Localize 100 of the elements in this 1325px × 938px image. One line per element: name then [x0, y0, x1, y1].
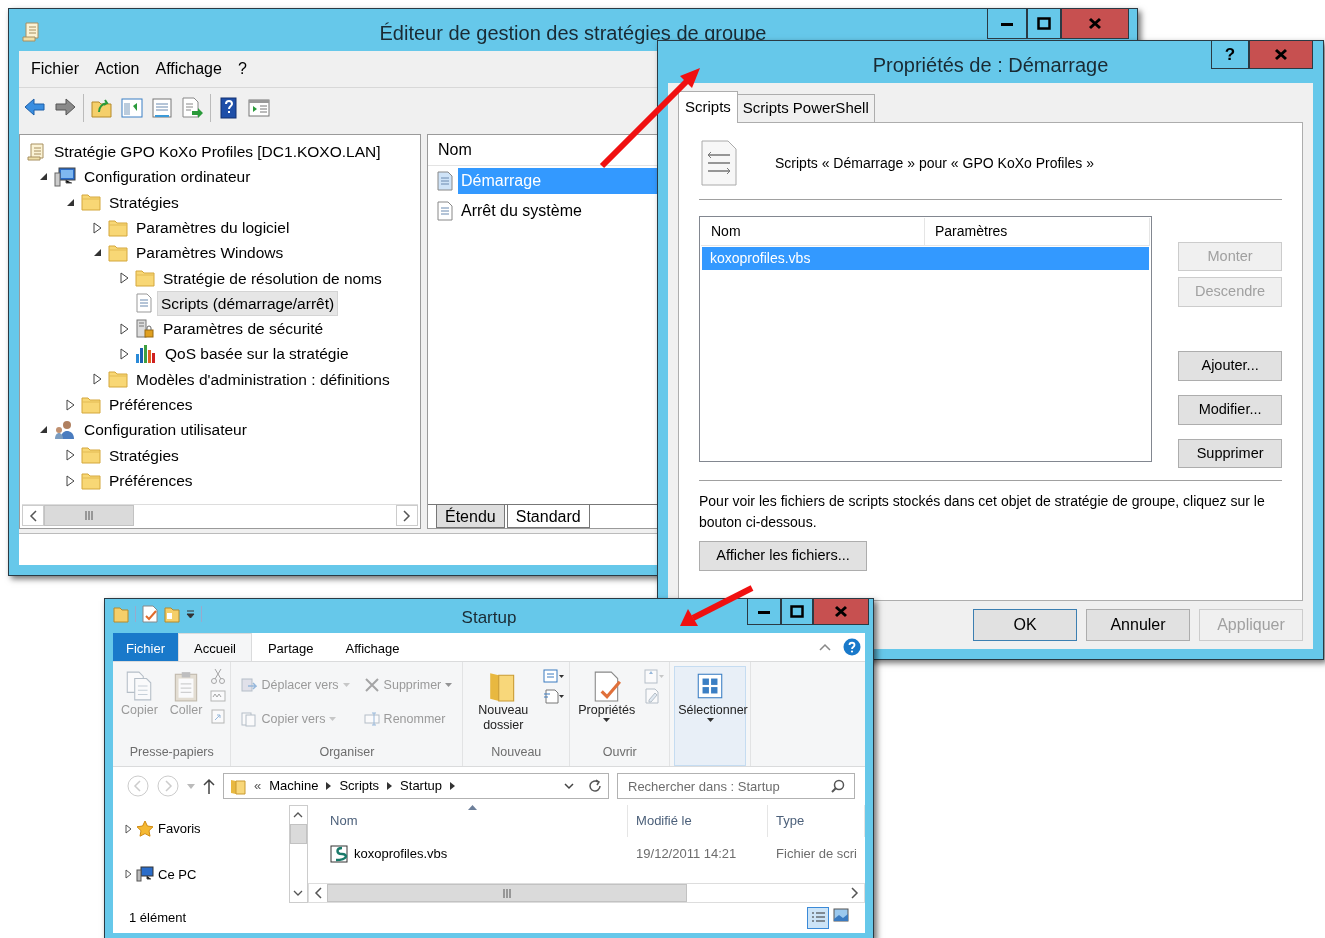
action-pane-icon[interactable]	[247, 96, 271, 120]
tree-item[interactable]: Préférences	[105, 467, 197, 494]
show-files-button[interactable]: Afficher les fichiers...	[699, 541, 867, 571]
tree-item[interactable]: Configuration ordinateur	[80, 164, 255, 190]
view-tab[interactable]: Étendu	[436, 505, 505, 528]
column-header[interactable]: Type	[768, 805, 865, 837]
window-title: Startup	[461, 608, 517, 627]
expanded-triangle-icon[interactable]	[92, 248, 102, 258]
group-label: Nouveau	[491, 745, 542, 760]
tree-item[interactable]: Configuration utilisateur	[80, 417, 251, 443]
collapsed-triangle-icon[interactable]	[92, 373, 102, 386]
large-icons-view-icon[interactable]	[833, 907, 849, 923]
button[interactable]: Supprimer	[1178, 438, 1282, 469]
info-text: Pour voir les fichiers de scripts stockés dans cet objet de stratégie de groupe, cliquez sur le bouton ci-dessous.	[699, 492, 1266, 533]
collapsed-triangle-icon[interactable]	[125, 869, 132, 880]
breadcrumb-arrow-icon[interactable]	[450, 782, 456, 790]
list-item[interactable]: Arrêt du système	[458, 198, 585, 224]
tree-item[interactable]: Paramètres du logiciel	[132, 214, 294, 241]
collapsed-triangle-icon[interactable]	[65, 398, 75, 411]
details-view-icon[interactable]	[807, 907, 829, 929]
collapsed-triangle-icon[interactable]	[92, 221, 102, 234]
tree-item[interactable]: Préférences	[105, 392, 197, 418]
collapsed-triangle-icon[interactable]	[65, 474, 75, 487]
expanded-triangle-icon[interactable]	[65, 197, 75, 207]
column-header[interactable]: Nom	[701, 217, 925, 245]
view-tab[interactable]: Standard	[506, 505, 590, 528]
maximize-button[interactable]	[781, 599, 813, 625]
menu-item[interactable]: Fichier	[25, 55, 85, 83]
tree-pane-icon[interactable]	[120, 96, 144, 120]
new-folder-icon[interactable]	[164, 605, 180, 623]
button[interactable]: OK	[973, 609, 1077, 641]
properties-icon[interactable]	[142, 605, 158, 623]
tab[interactable]: Scripts	[678, 91, 738, 123]
ribbon-button[interactable]: Propriétés	[574, 666, 640, 744]
breadcrumb-arrow-icon[interactable]	[326, 782, 332, 790]
customize-caret-icon[interactable]	[186, 609, 195, 619]
collapsed-triangle-icon[interactable]	[119, 322, 129, 335]
collapsed-triangle-icon[interactable]	[65, 449, 75, 462]
tree-item[interactable]: Stratégie GPO KoXo Profiles [DC1.KOXO.LAN]	[50, 139, 385, 165]
scrollbar-thumb[interactable]	[44, 505, 134, 526]
refresh-icon[interactable]	[588, 779, 602, 793]
column-header[interactable]: Modifié le	[628, 805, 769, 837]
properties-icon[interactable]	[150, 96, 174, 120]
help-button[interactable]: ?	[1211, 41, 1249, 69]
expanded-triangle-icon[interactable]	[38, 172, 48, 182]
menu-item[interactable]: Affichage	[149, 55, 228, 83]
scrollbar-thumb[interactable]	[289, 824, 308, 844]
breadcrumb[interactable]: Machine	[269, 776, 319, 796]
tab[interactable]: Scripts PowerShell	[736, 94, 875, 122]
new-item-icon[interactable]	[543, 668, 566, 684]
tree-item[interactable]: Modèles d'administration : définitions	[132, 366, 394, 392]
button[interactable]: Ajouter...	[1178, 351, 1282, 381]
ribbon-button[interactable]: Sélectionner	[674, 666, 747, 766]
close-button[interactable]	[1061, 9, 1129, 39]
collapsed-triangle-icon[interactable]	[119, 272, 129, 285]
easy-access-icon[interactable]	[543, 688, 566, 704]
tree-item[interactable]: Stratégies	[105, 189, 183, 215]
folder-icon	[108, 243, 128, 262]
column-header[interactable]: Paramètres	[925, 217, 1151, 245]
tree-item[interactable]: Scripts (démarrage/arrêt)	[157, 290, 339, 317]
close-button[interactable]	[1249, 41, 1313, 69]
scrollbar-thumb[interactable]	[327, 884, 688, 902]
maximize-button[interactable]	[1027, 9, 1061, 39]
collapse-ribbon-icon[interactable]	[819, 643, 831, 651]
minimize-button[interactable]	[987, 9, 1027, 39]
breadcrumb[interactable]: Scripts	[339, 776, 380, 796]
close-button[interactable]	[813, 599, 869, 625]
minimize-button[interactable]	[747, 599, 781, 625]
tree-item[interactable]: Stratégies	[105, 442, 183, 468]
expanded-triangle-icon[interactable]	[38, 425, 48, 435]
close-icon	[1088, 17, 1102, 30]
tree-item[interactable]: Stratégie de résolution de noms	[159, 265, 386, 291]
button[interactable]: Modifier...	[1178, 394, 1282, 425]
collapsed-triangle-icon[interactable]	[119, 348, 129, 360]
breadcrumb[interactable]: Startup	[400, 776, 443, 796]
export-list-icon[interactable]	[180, 96, 204, 120]
nav-item[interactable]: Favoris	[158, 819, 201, 839]
ribbon-tab[interactable]: Affichage	[329, 633, 416, 661]
group-label: Presse-papiers	[129, 745, 214, 760]
help-icon[interactable]	[843, 638, 861, 656]
file-name[interactable]: koxoprofiles.vbs	[354, 844, 448, 864]
button[interactable]: Annuler	[1086, 609, 1190, 641]
tree-item[interactable]: Paramètres Windows	[132, 240, 288, 266]
ribbon-tab[interactable]: Partage	[251, 633, 330, 661]
dropdown-chevron-icon[interactable]	[564, 782, 574, 790]
search-field[interactable]: Rechercher dans : Startup	[617, 773, 855, 799]
tree-item[interactable]: Paramètres de sécurité	[159, 316, 328, 342]
tree-item[interactable]: QoS basée sur la stratégie	[161, 341, 353, 367]
up-arrow-icon[interactable]	[203, 778, 215, 794]
overflow-chevron[interactable]: «	[254, 776, 262, 796]
collapsed-triangle-icon[interactable]	[125, 823, 132, 834]
group-label: Organiser	[319, 745, 375, 760]
file-menu-tab[interactable]: Fichier	[113, 633, 178, 661]
nav-item[interactable]: Ce PC	[158, 864, 197, 884]
breadcrumb-arrow-icon[interactable]	[387, 782, 393, 790]
menu-item[interactable]: ?	[231, 55, 253, 83]
ribbon-tab[interactable]: Accueil	[178, 633, 252, 661]
address-bar[interactable]: « Machine Scripts Startup	[223, 773, 609, 799]
ribbon-button[interactable]: Nouveau dossier	[467, 666, 540, 744]
menu-item[interactable]: Action	[89, 55, 146, 83]
